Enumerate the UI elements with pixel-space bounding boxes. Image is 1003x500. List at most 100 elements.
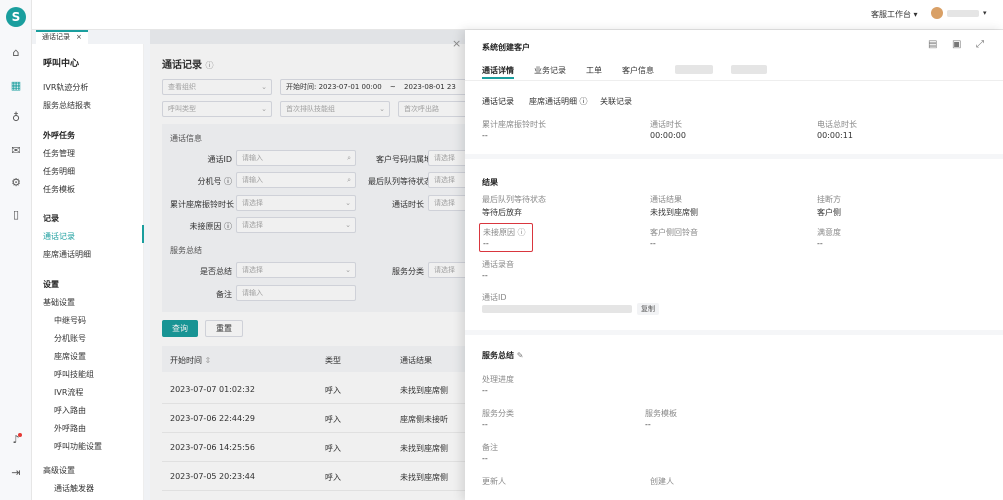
nav-subgroup-basic: 基础设置 <box>43 298 75 307</box>
mail-icon[interactable]: ✉ <box>8 143 24 159</box>
home-icon[interactable]: ⌂ <box>8 45 24 61</box>
subtab-agent-call-detail-label: 座席通话明细 <box>529 97 577 106</box>
calendar-icon[interactable]: ▣ <box>952 39 961 50</box>
ticket-icon[interactable]: ▤ <box>928 39 937 50</box>
nav-group-outbound: 外呼任务 <box>43 131 75 140</box>
page-tab-call-records[interactable]: 通话记录 × <box>36 30 88 44</box>
nav-item-agent-settings[interactable]: 座席设置 <box>54 351 86 362</box>
nav-item-task-detail[interactable]: 任务明细 <box>43 166 75 177</box>
edit-icon[interactable]: ✎ <box>517 351 524 360</box>
recording-label: 通话录音 <box>482 260 514 269</box>
progress-value: -- <box>482 386 488 395</box>
subtab-related-records[interactable]: 关联记录 <box>600 96 632 107</box>
stat-call-duration-value: 00:00:00 <box>650 131 686 140</box>
nav-item-skill-group[interactable]: 呼叫技能组 <box>54 369 94 380</box>
nav-group-records: 记录 <box>43 214 59 223</box>
user-menu-chevron-icon[interactable]: ▾ <box>983 9 987 17</box>
stat-total-duration-label: 电话总时长 <box>817 120 857 129</box>
result-hangup-party-label: 挂断方 <box>817 195 841 204</box>
tab-work-orders[interactable]: 工单 <box>586 65 602 76</box>
info-icon: ⓘ <box>579 97 588 106</box>
result-unanswered-reason-label-text: 未接原因 <box>483 228 515 237</box>
result-satisfaction-value: -- <box>817 239 823 248</box>
collapse-icon[interactable]: ⇥ <box>8 465 24 481</box>
nav-item-call-trigger[interactable]: 通话触发器 <box>54 483 94 494</box>
page-tab-close-icon[interactable]: × <box>76 32 82 44</box>
info-icon: ⓘ <box>517 228 526 237</box>
recording-value: -- <box>482 271 488 280</box>
notification-bell-icon[interactable]: ♪ <box>8 432 24 448</box>
nav-item-summary-report[interactable]: 服务总结报表 <box>43 100 91 111</box>
contacts-icon[interactable]: ♁ <box>8 110 24 126</box>
nav-item-call-features[interactable]: 呼叫功能设置 <box>54 441 102 452</box>
callid-value-blurred <box>482 305 632 313</box>
nav-menu: 呼叫中心 IVR轨迹分析 服务总结报表 外呼任务 任务管理 任务明细 任务模板 … <box>32 44 144 500</box>
service-summary-title: 服务总结 ✎ <box>482 350 524 361</box>
template-label: 服务模板 <box>645 409 677 418</box>
drawer-close-icon[interactable]: × <box>452 37 461 50</box>
book-icon[interactable]: ▯ <box>8 207 24 223</box>
section-divider <box>465 330 1003 335</box>
tab-business-records[interactable]: 业务记录 <box>534 65 566 76</box>
tab-customer-info[interactable]: 客户信息 <box>622 65 654 76</box>
apps-grid-icon[interactable]: ▦ <box>8 78 24 94</box>
subtab-agent-call-detail[interactable]: 座席通话明细 ⓘ <box>529 96 588 107</box>
blurred-tab[interactable] <box>675 65 713 74</box>
nav-group-settings: 设置 <box>43 280 59 289</box>
tab-call-detail[interactable]: 通话详情 <box>482 65 514 76</box>
stat-ring-duration-label: 累计座席振铃时长 <box>482 120 546 129</box>
workspace-switcher[interactable]: 客服工作台 ▾ <box>871 9 918 20</box>
avatar[interactable] <box>931 7 943 19</box>
result-last-queue-value: 等待后放弃 <box>482 208 522 217</box>
result-call-result-value: 未找到座席侧 <box>650 208 698 217</box>
nav-item-inbound-route[interactable]: 呼入路由 <box>54 405 86 416</box>
nav-item-ivr-flow[interactable]: IVR流程 <box>54 387 83 398</box>
progress-label: 处理进度 <box>482 375 514 384</box>
nav-item-task-management[interactable]: 任务管理 <box>43 148 75 159</box>
service-summary-title-text: 服务总结 <box>482 351 514 360</box>
category-label: 服务分类 <box>482 409 514 418</box>
result-unanswered-reason-value: -- <box>483 239 489 248</box>
stat-call-duration-label: 通话时长 <box>650 120 682 129</box>
nav-title: 呼叫中心 <box>43 59 80 69</box>
nav-item-call-records[interactable]: 通话记录 <box>43 231 75 242</box>
top-bar: 客服工作台 ▾ ▾ <box>0 0 1003 30</box>
remark-value: -- <box>482 454 488 463</box>
page-tab-label: 通话记录 <box>42 33 70 41</box>
workspace-label: 客服工作台 <box>871 10 911 19</box>
nav-item-extension-account[interactable]: 分机账号 <box>54 333 86 344</box>
nav-item-outbound-route[interactable]: 外呼路由 <box>54 423 86 434</box>
creator-label: 创建人 <box>650 477 674 486</box>
copy-button[interactable]: 复制 <box>637 303 659 315</box>
result-last-queue-label: 最后队列等待状态 <box>482 195 546 204</box>
nav-item-agent-call-detail[interactable]: 座席通话明细 <box>43 249 91 260</box>
subtab-call-records[interactable]: 通话记录 <box>482 96 514 107</box>
drawer-title: 系统创建客户 <box>482 43 530 52</box>
nav-subgroup-advanced: 高级设置 <box>43 466 75 475</box>
callid-label: 通话ID <box>482 293 507 302</box>
nav-active-indicator <box>142 225 144 243</box>
username-blurred <box>947 10 979 17</box>
result-unanswered-reason-label: 未接原因 ⓘ <box>483 227 526 238</box>
category-value: -- <box>482 420 488 429</box>
stat-total-duration-value: 00:00:11 <box>817 131 853 140</box>
result-ringback-value: -- <box>650 239 656 248</box>
call-detail-drawer: 系统创建客户 ▤ ▣ ⤢ 通话详情 业务记录 工单 客户信息 通话记录 座席通话… <box>465 30 1003 500</box>
nav-item-task-template[interactable]: 任务模板 <box>43 184 75 195</box>
remark-label: 备注 <box>482 443 498 452</box>
stat-ring-duration-value: -- <box>482 131 488 140</box>
nav-item-trunk-number[interactable]: 中继号码 <box>54 315 86 326</box>
updater-label: 更新人 <box>482 477 506 486</box>
blurred-tab[interactable] <box>731 65 767 74</box>
icon-rail: S ⌂ ▦ ♁ ✉ ⚙ ▯ ♪ ⇥ <box>0 0 32 500</box>
result-call-result-label: 通话结果 <box>650 195 682 204</box>
section-divider <box>465 154 1003 159</box>
expand-icon[interactable]: ⤢ <box>976 39 984 50</box>
settings-icon[interactable]: ⚙ <box>8 175 24 191</box>
app-logo: S <box>6 7 26 27</box>
template-value: -- <box>645 420 651 429</box>
result-satisfaction-label: 满意度 <box>817 228 841 237</box>
nav-item-ivr-analysis[interactable]: IVR轨迹分析 <box>43 82 88 93</box>
result-section-title: 结果 <box>482 178 498 187</box>
result-ringback-label: 客户侧回铃音 <box>650 228 698 237</box>
